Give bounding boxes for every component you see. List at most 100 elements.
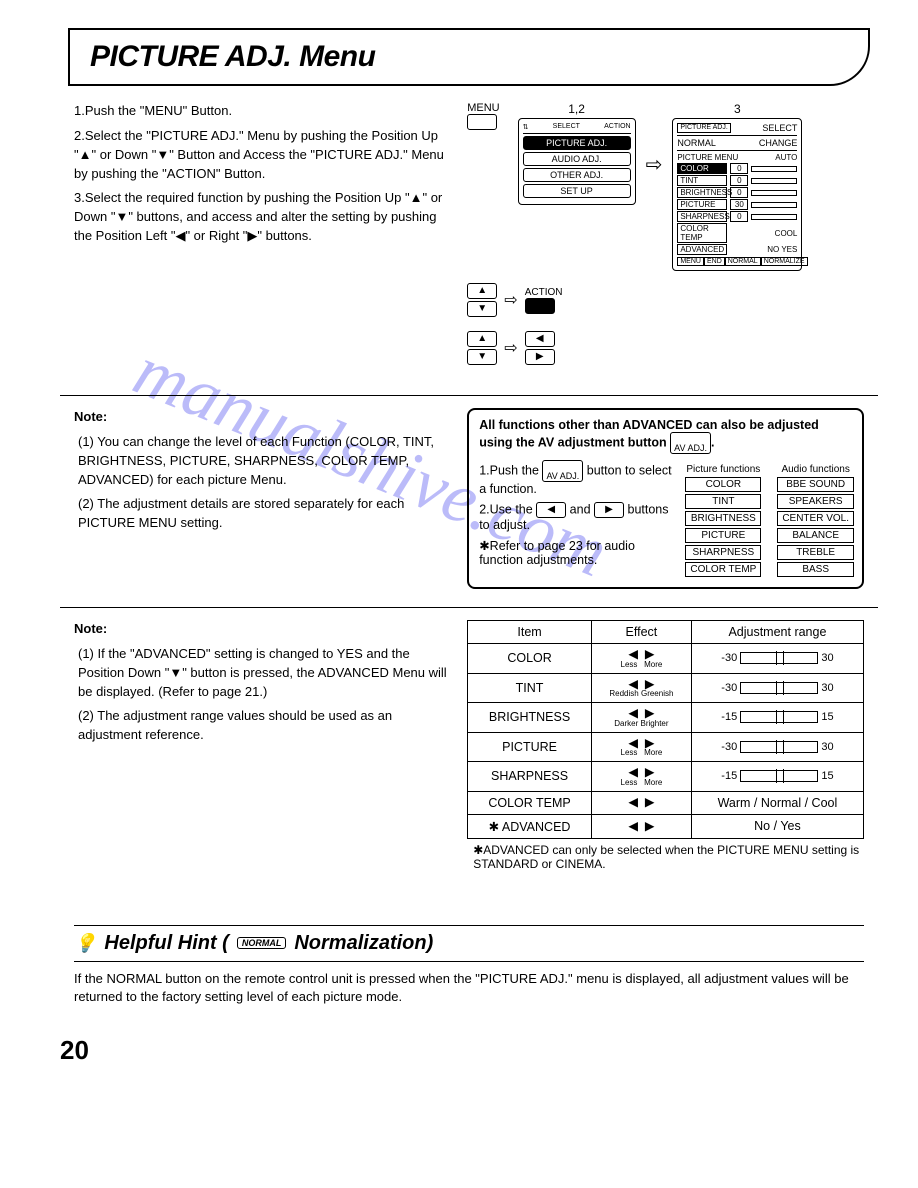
- note1-1: (1) You can change the level of each Fun…: [78, 433, 453, 490]
- row-bright-item: BRIGHTNESS: [468, 703, 592, 733]
- step12-label: 1,2: [518, 102, 636, 116]
- row-sharp-effect: ◀ ▶Less More: [591, 762, 691, 792]
- row-adv-effect: ◀ ▶: [591, 814, 691, 838]
- hint-body: If the NORMAL button on the remote contr…: [74, 970, 864, 1008]
- osd3-picmenu-val: AUTO: [775, 153, 797, 162]
- osd3-tint-v: 0: [730, 175, 748, 186]
- osd3-color: COLOR: [677, 163, 727, 174]
- note2-2: (2) The adjustment range values should b…: [78, 707, 453, 745]
- row-tint-range: -30 30: [691, 673, 863, 703]
- osd3-select: SELECT: [762, 123, 797, 133]
- av-adj-label: AV ADJ.: [674, 443, 707, 453]
- row-sharp-range: -15 15: [691, 762, 863, 792]
- row-tint-effect: ◀ ▶Reddish Greenish: [591, 673, 691, 703]
- osd3-sharp-v: 0: [730, 211, 748, 222]
- av-step1a: 1.Push the: [479, 463, 539, 477]
- bulb-icon: 💡: [74, 933, 96, 954]
- pic-fn-color: COLOR: [685, 477, 761, 492]
- page-number: 20: [60, 1035, 878, 1066]
- th-effect: Effect: [591, 621, 691, 644]
- osd-action-label: ACTION: [604, 123, 630, 131]
- osd3-bright: BRIGHTNESS: [677, 187, 727, 198]
- row-bright-effect: ◀ ▶Darker Brighter: [591, 703, 691, 733]
- button-diagram-2: ▲▼ ⇨ ACTION: [467, 281, 864, 319]
- hint-post: Normalization): [294, 932, 433, 955]
- row-sharp-item: SHARPNESS: [468, 762, 592, 792]
- th-range: Adjustment range: [691, 621, 863, 644]
- aud-fn-center: CENTER VOL.: [777, 511, 854, 526]
- row-ct-effect: ◀ ▶: [591, 791, 691, 814]
- osd3-foot-normal: NORMAL: [725, 257, 761, 266]
- row-color-range: -30 30: [691, 644, 863, 674]
- osd3-adv: ADVANCED: [677, 244, 727, 255]
- osd-select-label: SELECT: [553, 123, 580, 131]
- button-diagram-3: ▲▼ ⇨ ◀▶: [467, 329, 864, 367]
- osd3-ct: COLOR TEMP: [677, 223, 727, 243]
- osd3-foot-normalize: NORMALIZE: [761, 257, 808, 266]
- note2-1: (1) If the "ADVANCED" setting is changed…: [78, 645, 453, 702]
- page-title: PICTURE ADJ. Menu: [90, 40, 848, 74]
- table-row: SHARPNESS ◀ ▶Less More -15 15: [468, 762, 864, 792]
- row-tint-item: TINT: [468, 673, 592, 703]
- title-box: PICTURE ADJ. Menu: [68, 28, 870, 86]
- step-2: 2.Select the "PICTURE ADJ." Menu by push…: [74, 127, 453, 184]
- note1-head: Note:: [74, 408, 453, 427]
- left-btn-icon: ◀: [536, 502, 566, 518]
- pic-fn-picture: PICTURE: [685, 528, 761, 543]
- row-picture-item: PICTURE: [468, 732, 592, 762]
- row-picture-range: -30 30: [691, 732, 863, 762]
- table-row: ✱ ADVANCED ◀ ▶ No / Yes: [468, 814, 864, 838]
- osd-item-audio: AUDIO ADJ.: [523, 152, 631, 166]
- row-color-effect: ◀ ▶Less More: [591, 644, 691, 674]
- note2-head: Note:: [74, 620, 453, 639]
- step-3: 3.Select the required function by pushin…: [74, 189, 453, 246]
- av-adj-btn-inline: AV ADJ.: [542, 460, 583, 482]
- hint-pre: Helpful Hint (: [104, 932, 228, 955]
- row-adv-item: ✱ ADVANCED: [468, 814, 592, 838]
- osd3-title: PICTURE ADJ.: [677, 123, 730, 133]
- aud-fn-balance: BALANCE: [777, 528, 854, 543]
- osd3-foot-end: END: [704, 257, 725, 266]
- aud-fn-head: Audio functions: [777, 464, 854, 475]
- av-line1: All functions other than ADVANCED can al…: [479, 418, 819, 449]
- table-row: TINT ◀ ▶Reddish Greenish -30 30: [468, 673, 864, 703]
- normal-button-icon: NORMAL: [237, 937, 287, 949]
- table-row: BRIGHTNESS ◀ ▶Darker Brighter -15 15: [468, 703, 864, 733]
- av-step2a: 2.Use the: [479, 502, 533, 516]
- row-picture-effect: ◀ ▶Less More: [591, 732, 691, 762]
- arrow-icon: ⇨: [646, 102, 663, 177]
- menu-label: MENU: [467, 102, 499, 114]
- osd-item-other: OTHER ADJ.: [523, 168, 631, 182]
- adjustment-table: Item Effect Adjustment range COLOR ◀ ▶Le…: [467, 620, 864, 839]
- hint-heading: 💡 Helpful Hint ( NORMAL Normalization): [74, 925, 864, 962]
- action-label: ACTION: [525, 287, 563, 298]
- av-star-note: ✱Refer to page 23 for audio function adj…: [479, 538, 679, 567]
- table-row: COLOR ◀ ▶Less More -30 30: [468, 644, 864, 674]
- osd3-picture-v: 30: [730, 199, 748, 210]
- right-btn-icon: ▶: [594, 502, 624, 518]
- osd3-sharp: SHARPNESS: [677, 211, 727, 222]
- step-1: 1.Push the "MENU" Button.: [74, 102, 453, 121]
- aud-fn-spk: SPEAKERS: [777, 494, 854, 509]
- av-adj-button-icon: AV ADJ.: [670, 432, 711, 454]
- osd-screen-3: PICTURE ADJ. SELECT NORMAL CHANGE PICTUR…: [672, 118, 802, 271]
- osd-item-picture: PICTURE ADJ.: [523, 136, 631, 150]
- osd3-normal: NORMAL: [677, 138, 716, 148]
- osd3-bright-v: 0: [730, 187, 748, 198]
- table-row: COLOR TEMP ◀ ▶ Warm / Normal / Cool: [468, 791, 864, 814]
- menu-button-icon: [467, 114, 497, 130]
- row-color-item: COLOR: [468, 644, 592, 674]
- pic-fn-colortemp: COLOR TEMP: [685, 562, 761, 577]
- row-ct-item: COLOR TEMP: [468, 791, 592, 814]
- pic-fn-bright: BRIGHTNESS: [685, 511, 761, 526]
- osd3-ct-v: COOL: [775, 229, 798, 238]
- diagram-area: MENU 1,2 ⇅SELECTACTION PICTURE ADJ. AUDI…: [467, 102, 864, 377]
- av-adjustment-box: All functions other than ADVANCED can al…: [467, 408, 864, 589]
- step3-label: 3: [672, 102, 802, 116]
- osd-screen-1: ⇅SELECTACTION PICTURE ADJ. AUDIO ADJ. OT…: [518, 118, 636, 205]
- pic-fn-sharp: SHARPNESS: [685, 545, 761, 560]
- osd3-color-v: 0: [730, 163, 748, 174]
- aud-fn-bass: BASS: [777, 562, 854, 577]
- instructions: 1.Push the "MENU" Button. 2.Select the "…: [74, 102, 453, 377]
- osd3-tint: TINT: [677, 175, 727, 186]
